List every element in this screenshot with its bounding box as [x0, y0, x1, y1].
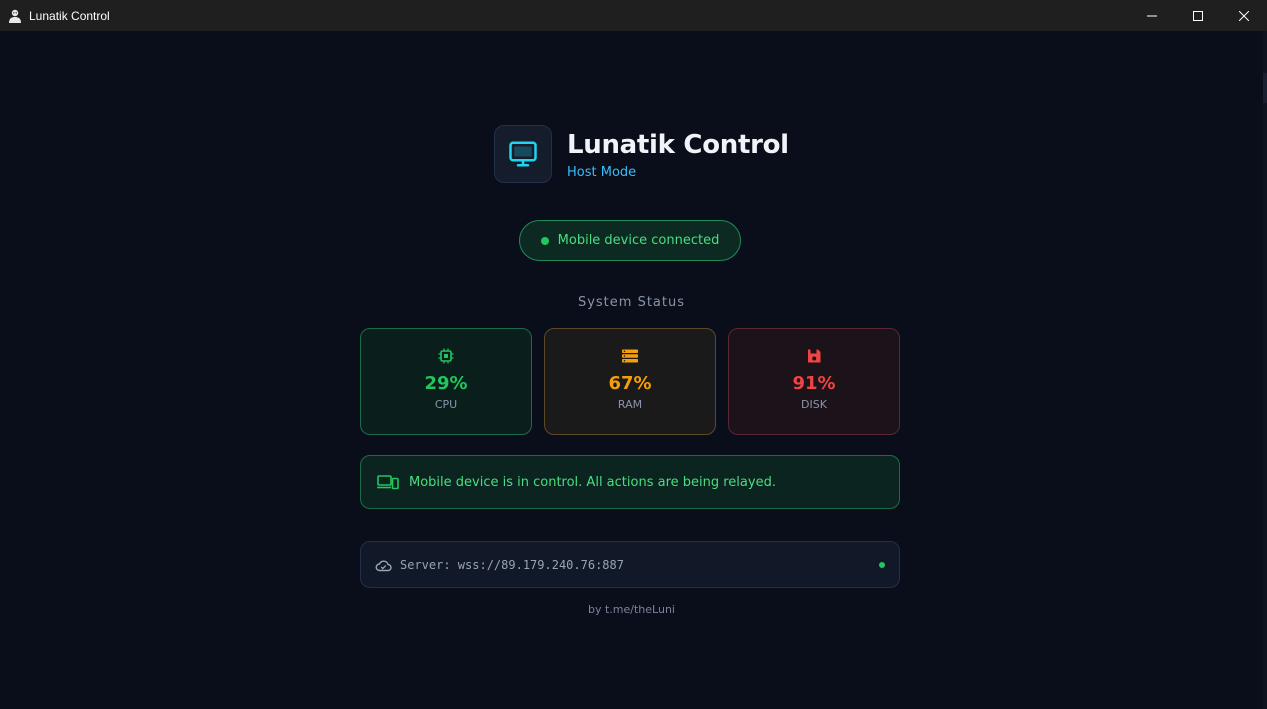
- monitor-icon: [509, 141, 537, 167]
- disk-card: 91% DISK: [728, 328, 900, 435]
- app-header: Lunatik Control Host Mode: [494, 125, 789, 183]
- cpu-label: CPU: [434, 398, 458, 411]
- maximize-button[interactable]: [1175, 0, 1221, 31]
- scrollbar-thumb[interactable]: [1263, 73, 1267, 103]
- status-dot: [540, 236, 549, 245]
- connection-status-badge: Mobile device connected: [519, 220, 741, 261]
- minimize-button[interactable]: [1129, 0, 1175, 31]
- control-banner-text: Mobile device is in control. All actions…: [409, 474, 776, 490]
- memory-icon: [622, 349, 638, 363]
- devices-icon: [377, 475, 399, 490]
- title-bar[interactable]: Lunatik Control: [0, 0, 1267, 31]
- section-title: System Status: [577, 295, 686, 310]
- disk-label: DISK: [801, 398, 827, 411]
- save-disk-icon: [808, 349, 821, 363]
- page-title: Lunatik Control: [567, 129, 789, 160]
- disk-value: 91%: [792, 373, 836, 394]
- app-window: Lunatik Control Lunatik Control Host Mod…: [0, 0, 1267, 709]
- control-banner: Mobile device is in control. All actions…: [360, 455, 900, 509]
- window-title: Lunatik Control: [29, 8, 110, 23]
- chip-icon: [438, 348, 454, 364]
- ram-label: RAM: [617, 398, 643, 411]
- scrollbar-track[interactable]: [1263, 31, 1267, 709]
- server-info: Server: wss://89.179.240.76:887: [360, 541, 900, 588]
- mode-label: Host Mode: [567, 164, 637, 180]
- footer-credit: by t.me/theLuni: [588, 603, 675, 616]
- cpu-card: 29% CPU: [360, 328, 532, 435]
- app-icon: [7, 8, 23, 24]
- close-icon: [1239, 10, 1249, 21]
- close-button[interactable]: [1221, 0, 1267, 31]
- server-status-dot: [879, 562, 885, 568]
- window-controls: [1129, 0, 1267, 31]
- server-address: Server: wss://89.179.240.76:887: [400, 557, 624, 572]
- logo: [494, 125, 552, 183]
- minimize-icon: [1147, 15, 1157, 16]
- maximize-icon: [1193, 10, 1203, 21]
- cloud-icon: [375, 560, 392, 571]
- ram-value: 67%: [608, 373, 652, 394]
- cpu-value: 29%: [424, 373, 468, 394]
- ram-card: 67% RAM: [544, 328, 716, 435]
- connection-status-text: Mobile device connected: [557, 233, 720, 248]
